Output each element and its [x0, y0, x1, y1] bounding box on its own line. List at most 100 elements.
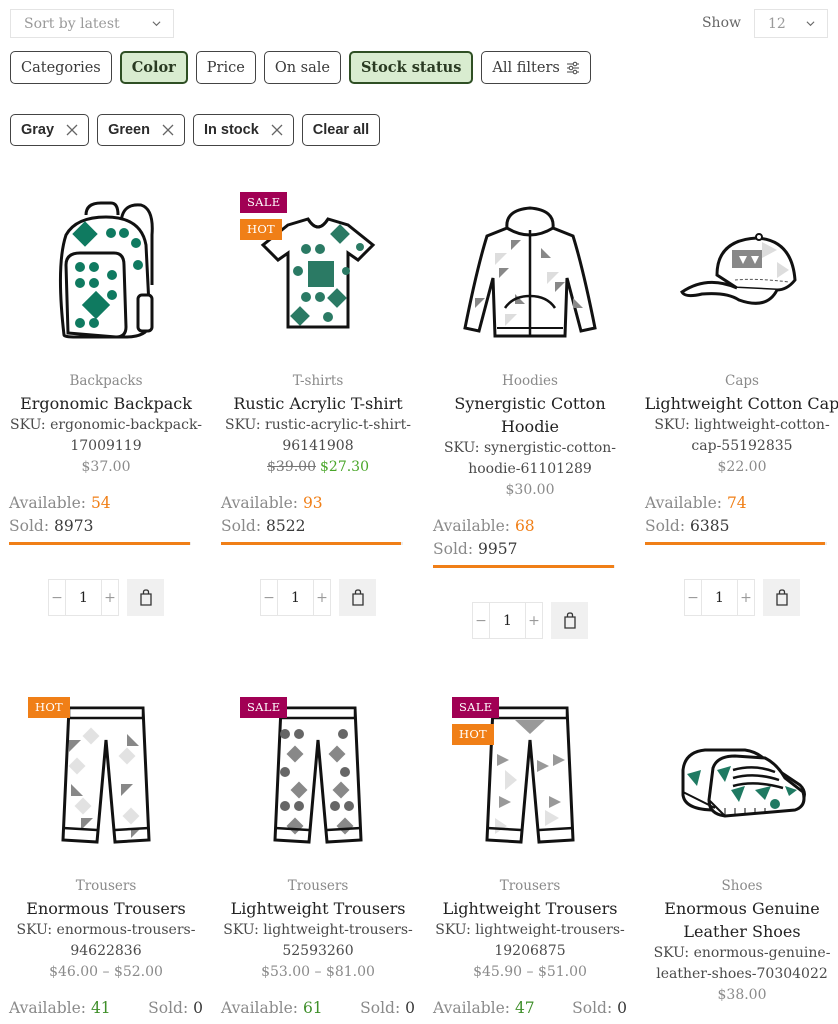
product-card: SALE Trousers Lightweight Trousers SKU: …	[212, 685, 424, 1024]
product-sku: SKU: enormous-genuine-leather-shoes-7030…	[653, 945, 831, 982]
product-title[interactable]: Rustic Acrylic T-shirt	[212, 392, 424, 415]
active-filter-gray[interactable]: Gray	[10, 114, 90, 146]
quantity-increase-button[interactable]: +	[314, 580, 330, 615]
stock-info: Available: 54 Sold: 8973	[9, 492, 203, 545]
available-label: Available:	[433, 999, 510, 1017]
filter-stock-status[interactable]: Stock status	[348, 51, 474, 84]
product-title[interactable]: Ergonomic Backpack	[0, 392, 212, 415]
product-category[interactable]: Caps	[636, 372, 838, 390]
sale-badge: SALE	[452, 697, 500, 718]
product-category[interactable]: Hoodies	[424, 372, 636, 390]
filter-price[interactable]: Price	[195, 51, 256, 84]
stock-progress-fill	[645, 542, 825, 545]
add-to-cart-row: − 1 +	[636, 579, 838, 616]
product-card: Hoodies Synergistic Cotton Hoodie SKU: s…	[424, 180, 636, 639]
sale-badge: SALE	[240, 192, 288, 213]
product-title[interactable]: Enormous Trousers	[0, 897, 212, 920]
sold-label: Sold:	[9, 517, 50, 535]
product-price: $53.00 – $81.00	[261, 964, 375, 980]
quantity-decrease-button[interactable]: −	[685, 580, 701, 615]
product-image-link[interactable]	[636, 685, 838, 865]
per-page-value: 12	[768, 15, 786, 32]
sort-select[interactable]: Sort by latest	[10, 9, 174, 38]
available-count: 47	[514, 999, 535, 1017]
available-count: 93	[302, 494, 323, 512]
quantity-input[interactable]: 1	[277, 580, 314, 615]
quantity-stepper: − 1 +	[48, 579, 119, 616]
shopping-bag-icon	[775, 589, 788, 606]
stock-info: Available: 93 Sold: 8522	[221, 492, 415, 545]
hot-badge: HOT	[240, 219, 283, 240]
product-image-link[interactable]: SALE	[212, 685, 424, 865]
product-image-link[interactable]	[636, 180, 838, 360]
clear-all-label: Clear all	[312, 122, 370, 138]
product-category[interactable]: Trousers	[424, 877, 636, 895]
product-title[interactable]: Enormous Genuine Leather Shoes	[636, 897, 838, 943]
product-badges: SALE	[240, 697, 288, 718]
shopping-bag-icon	[139, 589, 152, 606]
product-price: $38.00	[717, 987, 767, 1003]
product-image-link[interactable]: SALE HOT	[212, 180, 424, 360]
product-badges: SALE HOT	[452, 697, 500, 745]
product-title[interactable]: Lightweight Trousers	[212, 897, 424, 920]
product-image-link[interactable]	[424, 180, 636, 360]
stock-progress-bar	[9, 542, 191, 545]
quantity-decrease-button[interactable]: −	[261, 580, 277, 615]
available-label: Available:	[221, 999, 298, 1017]
per-page-select[interactable]: 12	[754, 9, 828, 38]
available-count: 61	[302, 999, 323, 1017]
product-category[interactable]: Shoes	[636, 877, 838, 895]
product-image-link[interactable]	[0, 180, 212, 360]
product-category[interactable]: T-shirts	[212, 372, 424, 390]
product-card: SALE HOT Trousers Lightweight Trousers S…	[424, 685, 636, 1024]
product-sku: SKU: enormous-trousers-94622836	[16, 922, 196, 959]
product-category[interactable]: Backpacks	[0, 372, 212, 390]
filter-on-sale[interactable]: On sale	[263, 51, 341, 84]
sale-price: $27.30	[320, 459, 369, 475]
quantity-decrease-button[interactable]: −	[49, 580, 65, 615]
stock-progress-bar	[221, 542, 403, 545]
trousers-image	[273, 706, 363, 844]
product-image-link[interactable]: SALE HOT	[424, 685, 636, 865]
add-to-cart-button[interactable]	[763, 579, 800, 616]
active-filter-green[interactable]: Green	[97, 114, 185, 146]
available-label: Available:	[645, 494, 722, 512]
filter-categories[interactable]: Categories	[10, 51, 112, 84]
close-icon[interactable]	[271, 124, 283, 136]
quantity-input[interactable]: 1	[701, 580, 738, 615]
product-badges: HOT	[28, 697, 71, 718]
product-price: $22.00	[717, 459, 767, 475]
add-to-cart-button[interactable]	[551, 602, 588, 639]
product-image-link[interactable]: HOT	[0, 685, 212, 865]
add-to-cart-button[interactable]	[339, 579, 376, 616]
product-price: $37.00	[81, 459, 131, 475]
active-filter-in-stock[interactable]: In stock	[192, 114, 294, 146]
product-sku: SKU: ergonomic-backpack-17009119	[10, 417, 202, 454]
active-filter-label: In stock	[203, 122, 259, 138]
hot-badge: HOT	[452, 724, 495, 745]
quantity-increase-button[interactable]: +	[738, 580, 754, 615]
quantity-input[interactable]: 1	[489, 603, 526, 638]
close-icon[interactable]	[66, 124, 78, 136]
active-filter-label: Green	[108, 122, 150, 138]
quantity-stepper: − 1 +	[260, 579, 331, 616]
add-to-cart-button[interactable]	[127, 579, 164, 616]
product-title[interactable]: Lightweight Cotton Cap	[636, 392, 838, 415]
quantity-increase-button[interactable]: +	[526, 603, 542, 638]
product-category[interactable]: Trousers	[212, 877, 424, 895]
quantity-increase-button[interactable]: +	[102, 580, 118, 615]
clear-all-button[interactable]: Clear all	[301, 114, 381, 146]
all-filters-button[interactable]: All filters	[481, 51, 591, 84]
quantity-input[interactable]: 1	[65, 580, 102, 615]
product-title[interactable]: Lightweight Trousers	[424, 897, 636, 920]
active-filters: Gray Green In stock Clear all	[10, 114, 381, 146]
product-category[interactable]: Trousers	[0, 877, 212, 895]
product-title[interactable]: Synergistic Cotton Hoodie	[424, 392, 636, 438]
add-to-cart-row: − 1 +	[212, 579, 424, 616]
close-icon[interactable]	[162, 124, 174, 136]
product-card: Caps Lightweight Cotton Cap SKU: lightwe…	[636, 180, 838, 616]
available-count: 68	[514, 517, 535, 535]
quantity-decrease-button[interactable]: −	[473, 603, 489, 638]
toolbar: Sort by latest Show 12	[10, 9, 828, 39]
filter-color[interactable]: Color	[119, 51, 188, 84]
